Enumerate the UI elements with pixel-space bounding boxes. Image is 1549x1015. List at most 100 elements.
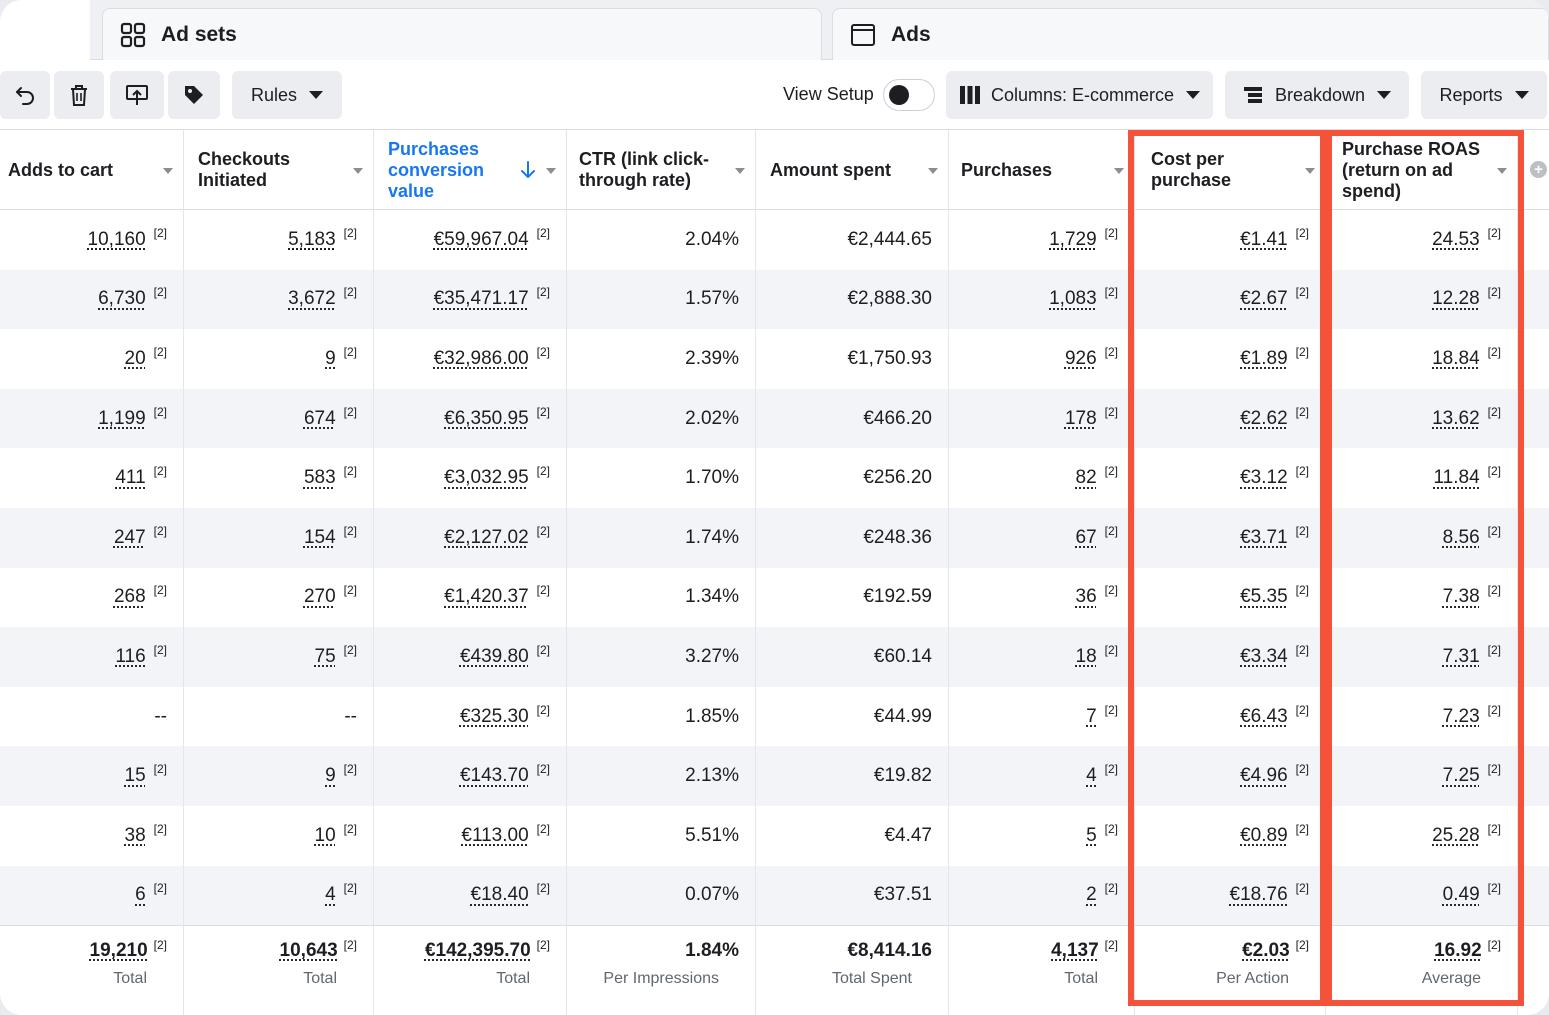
- total-value-text[interactable]: 10,643: [280, 940, 338, 961]
- cell-value[interactable]: 10,160: [88, 229, 146, 251]
- undo-button[interactable]: [0, 71, 50, 119]
- cell-value[interactable]: 25.28: [1432, 825, 1480, 847]
- chevron-down-icon[interactable]: [353, 168, 363, 174]
- cell-value[interactable]: 4: [1086, 765, 1097, 787]
- cell-value[interactable]: €59,967.04: [434, 229, 529, 251]
- cell-value[interactable]: 1,199: [98, 408, 146, 430]
- reports-dropdown[interactable]: Reports: [1421, 71, 1547, 119]
- cell-value[interactable]: 82: [1076, 467, 1097, 489]
- cell-value[interactable]: 11.84: [1434, 467, 1480, 489]
- total-value-text[interactable]: 4,137: [1051, 940, 1099, 961]
- cell-value[interactable]: 154: [304, 527, 336, 549]
- cell-value[interactable]: 247: [114, 527, 146, 549]
- total-value-text[interactable]: 16.92: [1434, 940, 1482, 961]
- cell-value[interactable]: 2: [1086, 884, 1097, 906]
- delete-button[interactable]: [54, 71, 104, 119]
- cell-value[interactable]: €439.80: [460, 646, 529, 668]
- cell-value[interactable]: 9: [325, 765, 336, 787]
- cell-value[interactable]: 270: [304, 586, 336, 608]
- column-header-amount-spent[interactable]: Amount spent: [756, 130, 949, 210]
- table-row[interactable]: -- -- €325.30 [2] 1.85% €44.99 7 [2] €6.43 [2] 7.2…: [0, 686, 1549, 747]
- cell-value[interactable]: 36: [1076, 586, 1097, 608]
- cell-value[interactable]: €6.43: [1240, 706, 1288, 728]
- breakdown-dropdown[interactable]: Breakdown: [1225, 71, 1409, 119]
- table-row[interactable]: 268 [2] 270 [2] €1,420.37 [2] 1.34% €192.59 36 [2…: [0, 567, 1549, 628]
- sort-descending-icon[interactable]: [520, 160, 536, 185]
- cell-value[interactable]: €143.70: [460, 765, 529, 787]
- chevron-down-icon[interactable]: [546, 168, 556, 174]
- total-value-text[interactable]: 19,210: [90, 940, 148, 961]
- cell-value[interactable]: 7.23: [1443, 706, 1480, 728]
- total-value-text[interactable]: €2.03: [1242, 940, 1290, 961]
- cell-value[interactable]: €6,350.95: [444, 408, 529, 430]
- table-row[interactable]: 38 [2] 10 [2] €113.00 [2] 5.51% €4.47 5 [2] €0.89 […: [0, 806, 1549, 866]
- table-row[interactable]: 20 [2] 9 [2] €32,986.00 [2] 2.39% €1,750.93 926 […: [0, 329, 1549, 389]
- table-row[interactable]: 116 [2] 75 [2] €439.80 [2] 3.27% €60.14 18 [2] €3.…: [0, 627, 1549, 687]
- cell-value[interactable]: €5.35: [1240, 586, 1288, 608]
- cell-value[interactable]: €18.40: [471, 884, 529, 906]
- cell-value[interactable]: €3.12: [1240, 467, 1288, 489]
- chevron-down-icon[interactable]: [1305, 168, 1315, 174]
- cell-value[interactable]: 1,083: [1049, 288, 1097, 310]
- column-header-cost-per-purchase[interactable]: Cost per purchase: [1135, 130, 1326, 210]
- cell-value[interactable]: 4: [325, 884, 336, 906]
- ab-test-button[interactable]: [110, 71, 164, 119]
- chevron-down-icon[interactable]: [928, 168, 938, 174]
- cell-value[interactable]: €1.41: [1240, 229, 1288, 251]
- chevron-down-icon[interactable]: [163, 168, 173, 174]
- cell-value[interactable]: €18.76: [1230, 884, 1288, 906]
- cell-value[interactable]: 116: [115, 646, 145, 668]
- cell-value[interactable]: €113.00: [461, 825, 528, 847]
- cell-value[interactable]: 5: [1086, 825, 1097, 847]
- cell-value[interactable]: 24.53: [1432, 229, 1480, 251]
- columns-dropdown[interactable]: Columns: E-commerce: [946, 71, 1213, 119]
- cell-value[interactable]: €3,032.95: [444, 467, 529, 489]
- cell-value[interactable]: 7.31: [1443, 646, 1480, 668]
- cell-value[interactable]: €3.34: [1240, 646, 1288, 668]
- cell-value[interactable]: €3.71: [1240, 527, 1288, 549]
- table-row[interactable]: 6 [2] 4 [2] €18.40 [2] 0.07% €37.51 2 [2] €18.76 [2…: [0, 865, 1549, 926]
- cell-value[interactable]: 13.62: [1432, 408, 1480, 430]
- table-row[interactable]: 1,199 [2] 674 [2] €6,350.95 [2] 2.02% €466.20 17…: [0, 388, 1549, 449]
- cell-value[interactable]: 7.25: [1443, 765, 1480, 787]
- cell-value[interactable]: 6: [135, 884, 146, 906]
- cell-value[interactable]: 0.49: [1443, 884, 1480, 906]
- cell-value[interactable]: 9: [325, 348, 336, 370]
- cell-value[interactable]: €35,471.17: [434, 288, 529, 310]
- rules-dropdown[interactable]: Rules: [232, 71, 342, 119]
- cell-value[interactable]: 926: [1065, 348, 1097, 370]
- chevron-down-icon[interactable]: [735, 168, 745, 174]
- tab-campaigns-placeholder[interactable]: [0, 0, 90, 60]
- column-header-purchases-conversion-value[interactable]: Purchases conversion value: [374, 130, 567, 210]
- cell-value[interactable]: €32,986.00: [434, 348, 529, 370]
- cell-value[interactable]: 411: [115, 467, 145, 489]
- chevron-down-icon[interactable]: [1114, 168, 1124, 174]
- column-header-ctr[interactable]: CTR (link click-through rate): [567, 130, 756, 210]
- cell-value[interactable]: 674: [304, 408, 336, 430]
- table-row[interactable]: 411 [2] 583 [2] €3,032.95 [2] 1.70% €256.20 82 [2…: [0, 448, 1549, 508]
- chevron-down-icon[interactable]: [1497, 168, 1507, 174]
- add-column-icon[interactable]: +: [1530, 161, 1547, 178]
- tab-ads[interactable]: Ads: [832, 8, 1549, 60]
- cell-value[interactable]: 18: [1076, 646, 1097, 668]
- cell-value[interactable]: €2.67: [1240, 288, 1288, 310]
- cell-value[interactable]: €2,127.02: [444, 527, 529, 549]
- column-header-checkouts-initiated[interactable]: Checkouts Initiated: [184, 130, 374, 210]
- cell-value[interactable]: 10: [315, 825, 336, 847]
- cell-value[interactable]: 7.38: [1443, 586, 1480, 608]
- cell-value[interactable]: €1.89: [1240, 348, 1288, 370]
- cell-value[interactable]: 268: [114, 586, 146, 608]
- cell-value[interactable]: 20: [125, 348, 146, 370]
- column-header-purchase-roas[interactable]: Purchase ROAS (return on ad spend): [1326, 130, 1518, 210]
- tag-button[interactable]: [168, 71, 220, 119]
- table-row[interactable]: 15 [2] 9 [2] €143.70 [2] 2.13% €19.82 4 [2] €4.96 […: [0, 746, 1549, 806]
- cell-value[interactable]: 75: [315, 646, 336, 668]
- cell-value[interactable]: 15: [125, 765, 146, 787]
- total-value-text[interactable]: €142,395.70: [425, 940, 531, 961]
- table-row[interactable]: 247 [2] 154 [2] €2,127.02 [2] 1.74% €248.36 67 [2…: [0, 508, 1549, 568]
- cell-value[interactable]: 7: [1086, 706, 1097, 728]
- cell-value[interactable]: 18.84: [1432, 348, 1480, 370]
- cell-value[interactable]: 3,672: [288, 288, 336, 310]
- cell-value[interactable]: 178: [1065, 408, 1097, 430]
- cell-value[interactable]: 8.56: [1443, 527, 1480, 549]
